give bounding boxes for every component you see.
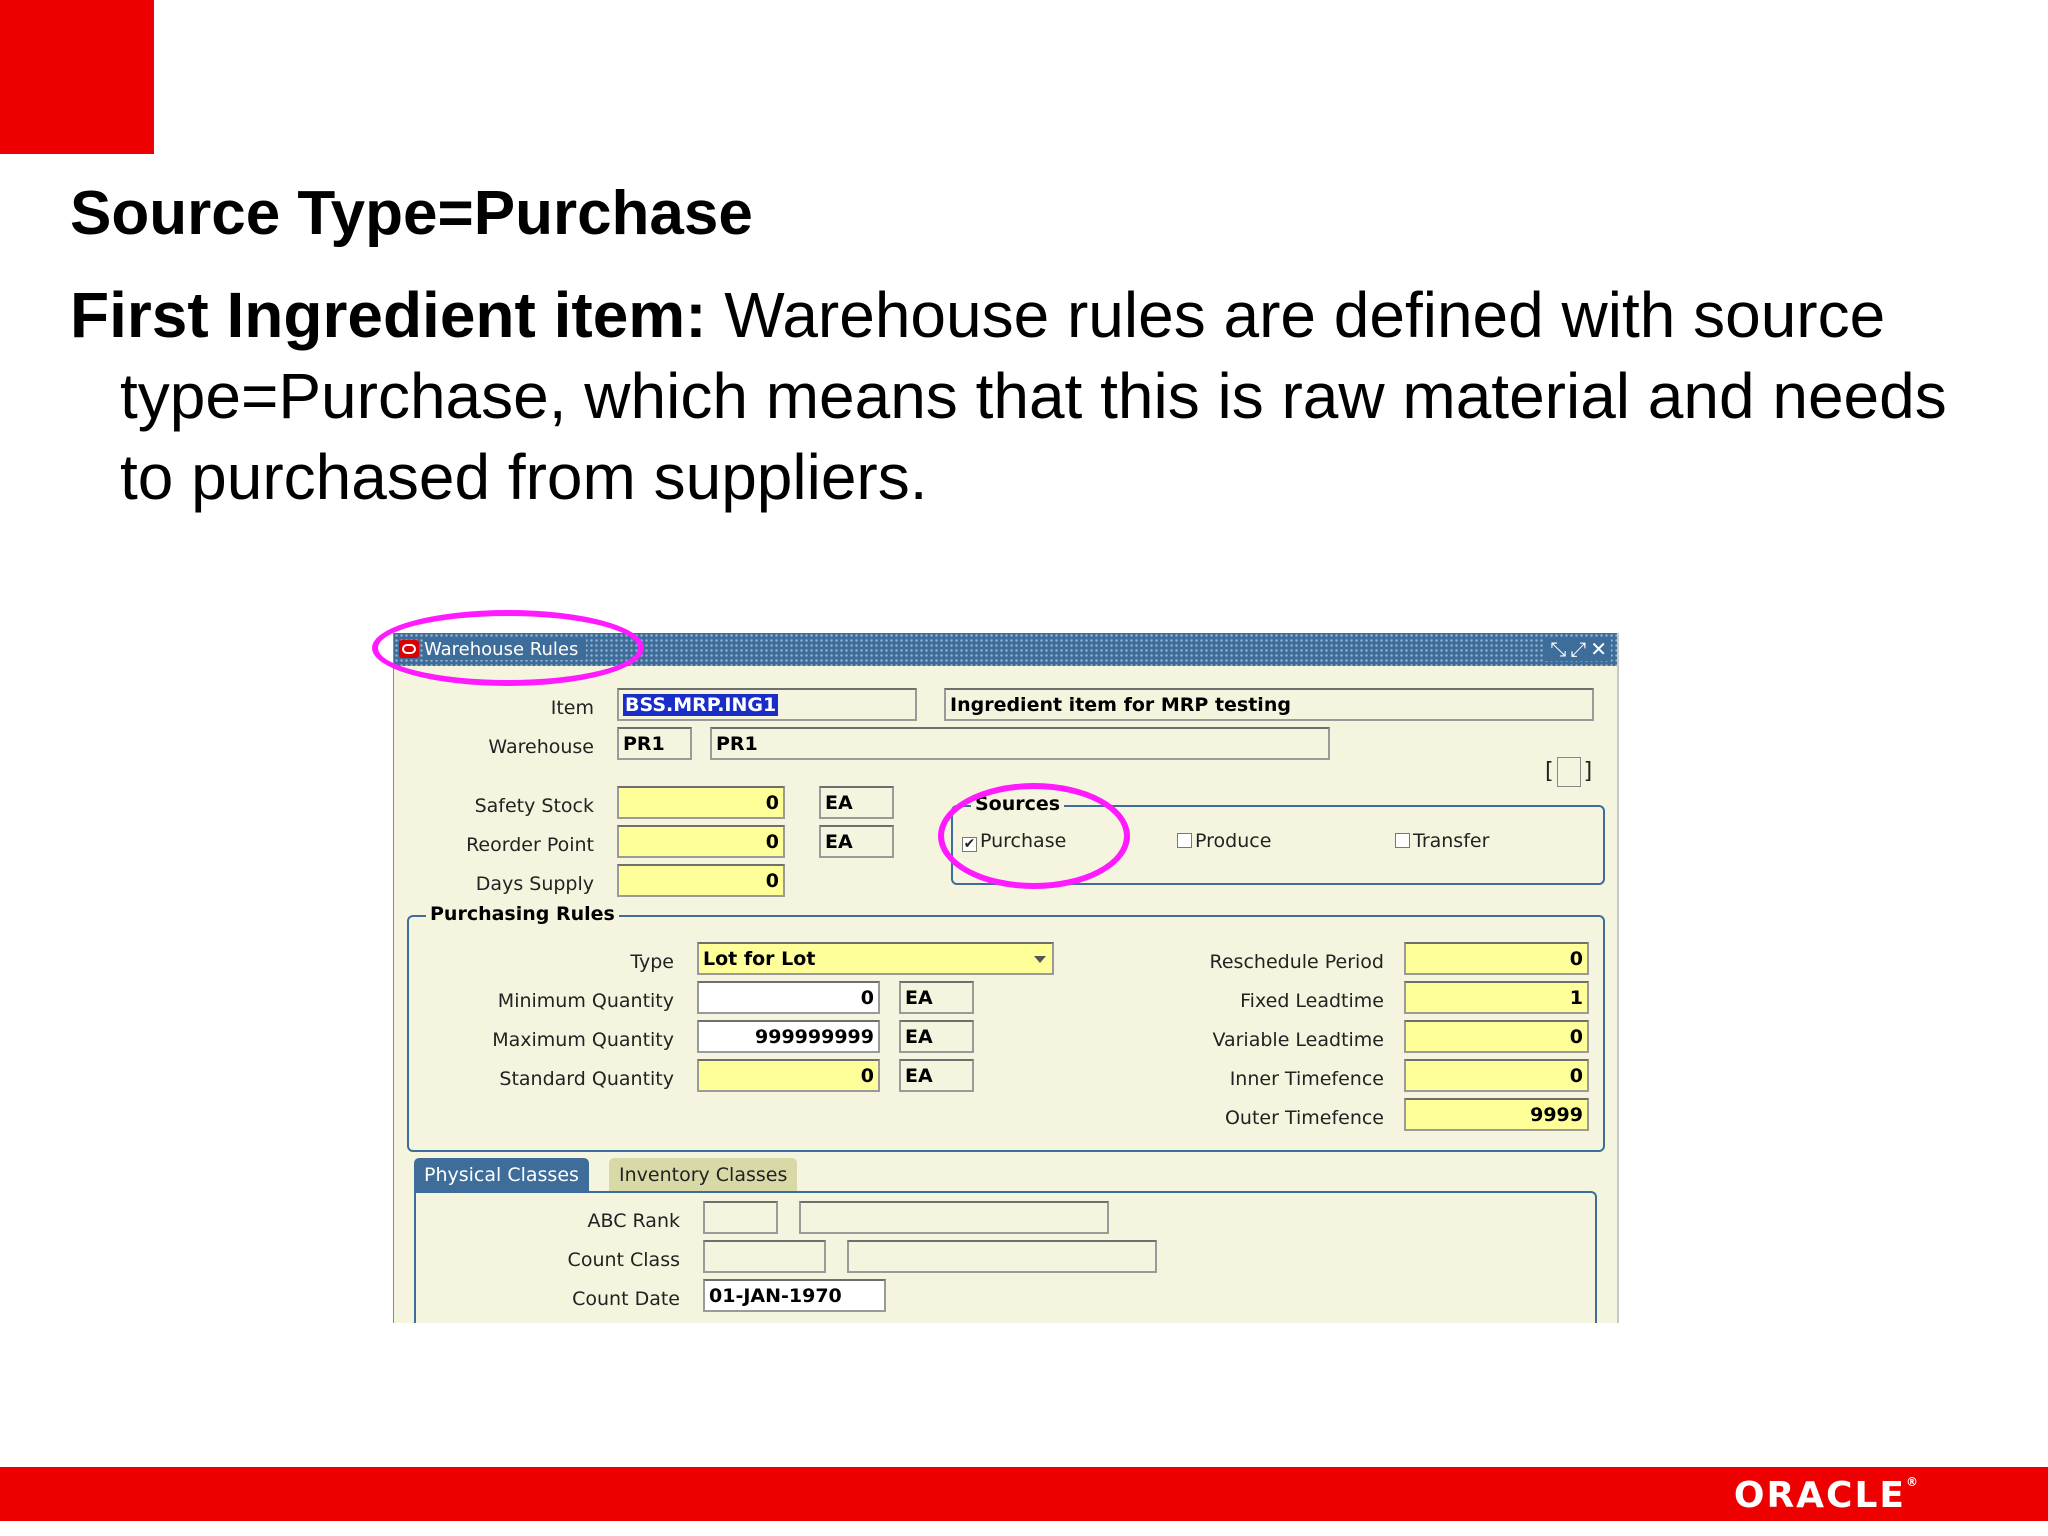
outer-timefence-label: Outer Timefence <box>1224 1107 1384 1129</box>
tab-inventory-classes[interactable]: Inventory Classes <box>609 1158 798 1192</box>
count-date-label: Count Date <box>572 1288 680 1310</box>
transfer-label: Transfer <box>1413 830 1490 852</box>
min-qty-label: Minimum Quantity <box>497 990 674 1012</box>
reorder-point-uom[interactable]: EA <box>819 825 894 858</box>
slide-body: First Ingredient item: Warehouse rules a… <box>70 275 1980 518</box>
warehouse-name-field[interactable]: PR1 <box>710 727 1330 760</box>
warehouse-code-field[interactable]: PR1 <box>617 727 692 760</box>
oracle-logo-text: ORACLE <box>1733 1475 1906 1516</box>
purchase-checkbox[interactable]: ✔ Purchase <box>962 830 1066 852</box>
count-class-label: Count Class <box>567 1249 680 1271</box>
count-class-description[interactable] <box>847 1240 1157 1273</box>
produce-checkbox[interactable]: Produce <box>1177 830 1271 852</box>
type-label: Type <box>630 951 674 973</box>
oracle-logo: ORACLE® <box>1734 1475 1920 1516</box>
std-qty-field[interactable]: 0 <box>697 1059 880 1092</box>
produce-box-icon[interactable] <box>1177 833 1192 848</box>
type-value: Lot for Lot <box>703 948 816 970</box>
transfer-box-icon[interactable] <box>1395 833 1410 848</box>
std-qty-uom[interactable]: EA <box>899 1059 974 1092</box>
flexfield-indicator[interactable]: [] <box>1545 757 1592 787</box>
transfer-checkbox[interactable]: Transfer <box>1395 830 1489 852</box>
max-qty-field[interactable]: 999999999 <box>697 1020 880 1053</box>
red-corner-block <box>0 0 154 154</box>
safety-stock-field[interactable]: 0 <box>617 786 785 819</box>
warehouse-rules-window: Warehouse Rules ⤡⤢✕ Item BSS.MRP.ING1 In… <box>393 633 1619 1323</box>
fixed-leadtime-label: Fixed Leadtime <box>1240 990 1384 1012</box>
purchase-check-icon[interactable]: ✔ <box>962 837 977 852</box>
abc-rank-field[interactable] <box>703 1201 778 1234</box>
oracle-logo-tm: ® <box>1906 1475 1920 1489</box>
count-class-field[interactable] <box>703 1240 826 1273</box>
slide-heading: Source Type=Purchase <box>70 179 753 248</box>
min-qty-uom[interactable]: EA <box>899 981 974 1014</box>
purchase-label: Purchase <box>980 830 1067 852</box>
reschedule-period-field[interactable]: 0 <box>1404 942 1589 975</box>
window-title: Warehouse Rules <box>424 639 587 660</box>
outer-timefence-field[interactable]: 9999 <box>1404 1098 1589 1131</box>
tab-physical-classes[interactable]: Physical Classes <box>414 1158 589 1192</box>
variable-leadtime-field[interactable]: 0 <box>1404 1020 1589 1053</box>
abc-rank-description[interactable] <box>799 1201 1109 1234</box>
flexfield-box[interactable] <box>1556 757 1581 787</box>
produce-label: Produce <box>1195 830 1272 852</box>
slide-body-bold: First Ingredient item: <box>70 279 707 351</box>
warehouse-label: Warehouse <box>488 736 594 758</box>
item-description-field[interactable]: Ingredient item for MRP testing <box>944 688 1594 721</box>
oracle-app-icon <box>399 640 419 658</box>
safety-stock-uom[interactable]: EA <box>819 786 894 819</box>
max-qty-uom[interactable]: EA <box>899 1020 974 1053</box>
purchasing-rules-title: Purchasing Rules <box>426 903 619 925</box>
min-qty-field[interactable]: 0 <box>697 981 880 1014</box>
safety-stock-label: Safety Stock <box>474 795 594 817</box>
footer-bar: ORACLE® <box>0 1467 2048 1521</box>
chevron-down-icon[interactable] <box>1034 956 1046 963</box>
inner-timefence-field[interactable]: 0 <box>1404 1059 1589 1092</box>
reschedule-period-label: Reschedule Period <box>1209 951 1384 973</box>
sources-title: Sources <box>971 793 1065 815</box>
std-qty-label: Standard Quantity <box>499 1068 674 1090</box>
window-controls-icon[interactable]: ⤡⤢✕ <box>1544 637 1611 661</box>
fixed-leadtime-field[interactable]: 1 <box>1404 981 1589 1014</box>
reorder-point-label: Reorder Point <box>466 834 594 856</box>
type-dropdown[interactable]: Lot for Lot <box>697 942 1054 975</box>
reorder-point-field[interactable]: 0 <box>617 825 785 858</box>
item-value: BSS.MRP.ING1 <box>623 694 779 716</box>
variable-leadtime-label: Variable Leadtime <box>1212 1029 1384 1051</box>
count-date-field[interactable]: 01-JAN-1970 <box>703 1279 886 1312</box>
inner-timefence-label: Inner Timefence <box>1229 1068 1384 1090</box>
abc-rank-label: ABC Rank <box>587 1210 680 1232</box>
item-field[interactable]: BSS.MRP.ING1 <box>617 688 917 721</box>
days-supply-label: Days Supply <box>475 873 594 895</box>
item-label: Item <box>550 697 594 719</box>
days-supply-field[interactable]: 0 <box>617 864 785 897</box>
window-titlebar[interactable]: Warehouse Rules ⤡⤢✕ <box>394 633 1617 666</box>
max-qty-label: Maximum Quantity <box>492 1029 674 1051</box>
